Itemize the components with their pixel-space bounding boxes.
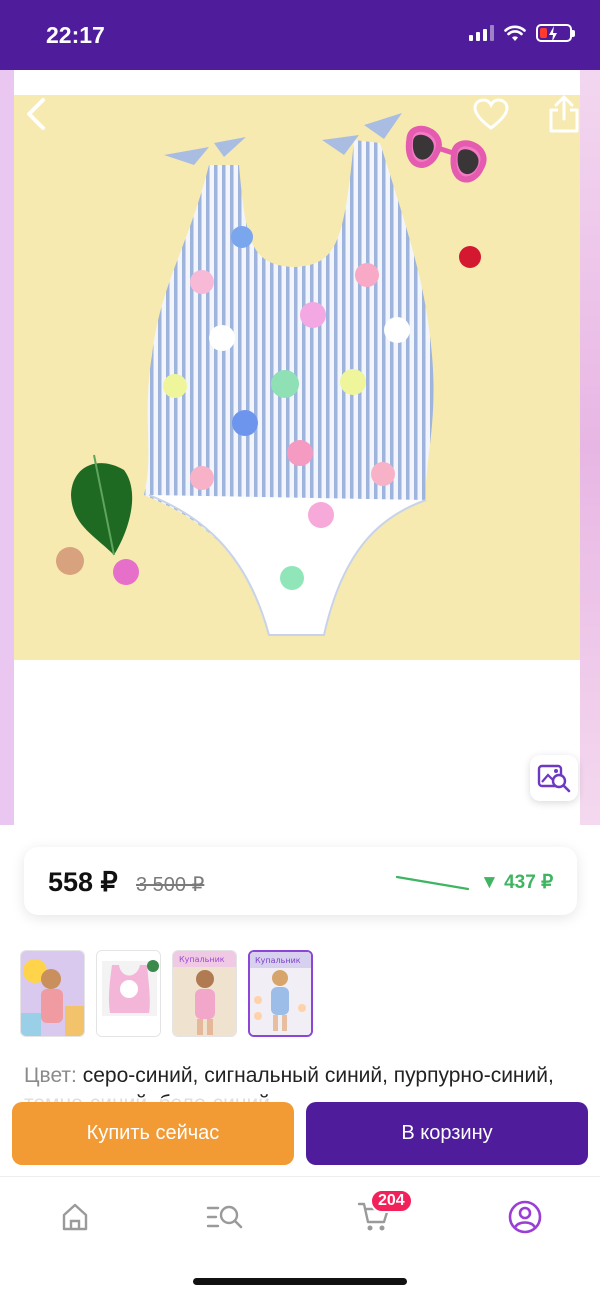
cellular-signal-icon xyxy=(469,25,494,41)
image-search-icon xyxy=(537,764,571,793)
variant-thumbnail[interactable] xyxy=(96,950,161,1037)
share-button[interactable] xyxy=(542,92,586,136)
status-icons xyxy=(469,24,575,42)
price-card: 558 ₽ 3 500 ₽ ▼ 437 ₽ xyxy=(24,847,577,915)
add-to-cart-button[interactable]: В корзину xyxy=(306,1102,588,1165)
tab-profile[interactable] xyxy=(495,1195,555,1239)
wifi-icon xyxy=(504,25,526,41)
variant-thumbnails: Купальник Купальник xyxy=(20,950,313,1037)
price-trend-icon[interactable] xyxy=(396,873,470,891)
tab-home[interactable] xyxy=(45,1195,105,1239)
heart-icon xyxy=(473,98,509,130)
color-label: Цвет: xyxy=(24,1064,77,1087)
back-button[interactable] xyxy=(14,92,58,136)
variant-thumbnail-selected[interactable]: Купальник xyxy=(248,950,313,1037)
buy-now-button[interactable]: Купить сейчас xyxy=(12,1102,294,1165)
variant-thumbnail[interactable] xyxy=(20,950,85,1037)
status-time: 22:17 xyxy=(46,22,105,48)
tab-catalog[interactable] xyxy=(195,1195,255,1239)
next-image-peek xyxy=(580,70,600,825)
home-icon xyxy=(62,1203,88,1231)
home-indicator xyxy=(193,1278,407,1285)
status-bar: 22:17 xyxy=(0,0,600,70)
cart-count-badge: 204 xyxy=(370,1189,413,1213)
share-icon xyxy=(549,95,579,133)
old-price: 3 500 ₽ xyxy=(136,874,205,896)
catalog-search-icon xyxy=(206,1205,243,1229)
svg-text:Купальник: Купальник xyxy=(255,956,301,965)
svg-text:Купальник: Купальник xyxy=(179,955,225,964)
favorite-button[interactable] xyxy=(469,92,513,136)
purchase-actions: Купить сейчас В корзину xyxy=(0,1098,600,1176)
battery-icon xyxy=(536,24,575,42)
current-price: 558 ₽ xyxy=(48,867,118,897)
variant-thumbnail[interactable]: Купальник xyxy=(172,950,237,1037)
chevron-left-icon xyxy=(27,98,45,130)
image-search-button[interactable] xyxy=(530,755,578,801)
profile-icon xyxy=(508,1200,542,1234)
price-drop-badge[interactable]: ▼ 437 ₽ xyxy=(480,871,553,894)
product-photo[interactable] xyxy=(14,95,580,660)
